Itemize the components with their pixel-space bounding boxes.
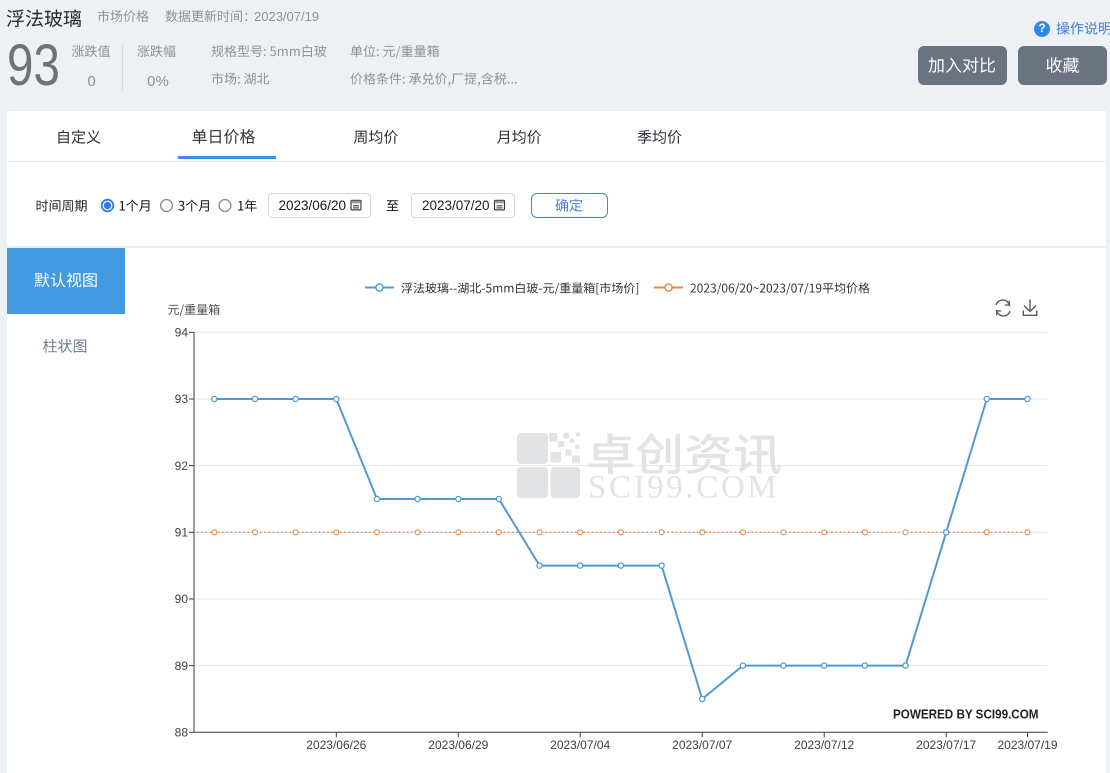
svg-text:2023/07/07: 2023/07/07 — [672, 738, 732, 752]
svg-text:SCI99.COM: SCI99.COM — [588, 470, 779, 506]
svg-text:2023/07/19: 2023/07/19 — [997, 738, 1057, 752]
svg-text:2023/07/12: 2023/07/12 — [794, 738, 854, 752]
svg-text:94: 94 — [175, 326, 189, 340]
svg-text:2023/06/26: 2023/06/26 — [306, 738, 366, 752]
svg-text:2023/07/17: 2023/07/17 — [916, 738, 976, 752]
svg-text:91: 91 — [175, 526, 189, 540]
svg-text:93: 93 — [175, 392, 189, 406]
svg-text:2023/07/04: 2023/07/04 — [550, 738, 610, 752]
svg-text:88: 88 — [175, 726, 189, 740]
svg-text:92: 92 — [175, 459, 189, 473]
svg-text:POWERED BY SCI99.COM: POWERED BY SCI99.COM — [893, 707, 1039, 722]
svg-text:89: 89 — [175, 659, 189, 673]
svg-text:90: 90 — [175, 592, 189, 606]
svg-text:2023/06/29: 2023/06/29 — [428, 738, 488, 752]
